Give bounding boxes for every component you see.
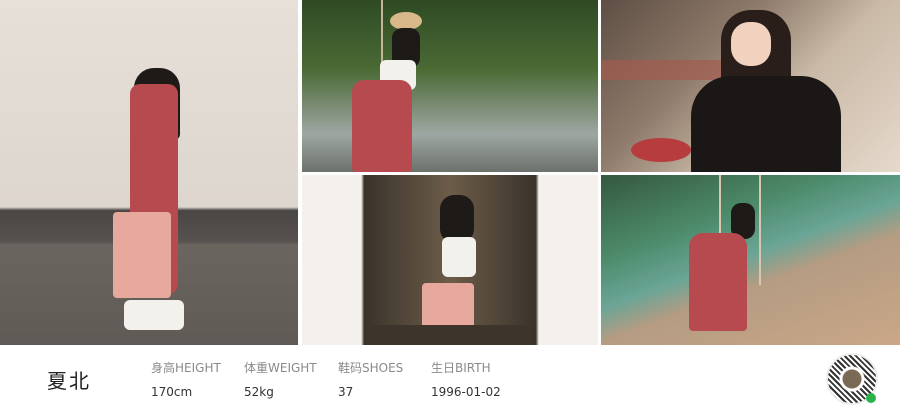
- wechat-badge-icon: [866, 393, 876, 403]
- stat-value: 1996-01-02: [431, 385, 501, 399]
- stat-value: 52kg: [244, 385, 274, 399]
- stat-label: 身高HEIGHT: [151, 361, 221, 375]
- white-top-shape-2: [442, 237, 476, 277]
- photo-grid: [0, 0, 900, 345]
- stat-value: 170cm: [151, 385, 193, 399]
- photo-corridor: [302, 175, 598, 345]
- stat-value: 37: [338, 385, 354, 399]
- hair-shape-4: [440, 195, 474, 243]
- stat-shoes: 鞋码SHOES 37: [338, 359, 403, 399]
- gingham-dress-shape-2: [352, 80, 412, 172]
- stat-label: 生日BIRTH: [431, 361, 491, 375]
- tables-shape: [601, 60, 721, 80]
- profile-info-bar: 夏北 身高HEIGHT 170cm 体重WEIGHT 52kg 鞋码SHOES …: [0, 345, 900, 413]
- stat-weight: 体重WEIGHT 52kg: [244, 359, 317, 399]
- black-top-shape: [691, 76, 841, 172]
- stat-label: 鞋码SHOES: [338, 361, 404, 375]
- plate-shape: [631, 138, 691, 162]
- photo-swing-river: [302, 0, 598, 172]
- white-sneakers-shape: [124, 300, 184, 330]
- stat-label: 体重WEIGHT: [244, 361, 317, 375]
- floor-shape: [366, 325, 534, 345]
- photo-swing-lake: [601, 175, 900, 345]
- stat-birth: 生日BIRTH 1996-01-02: [431, 359, 501, 399]
- swing-rope-right-shape: [759, 175, 761, 285]
- photo-restaurant: [601, 0, 900, 172]
- face-shape: [731, 22, 771, 66]
- gingham-dress-shape-3: [689, 233, 747, 331]
- pink-tote-bag-shape-2: [422, 283, 474, 331]
- pink-tote-bag-shape: [113, 212, 171, 298]
- photo-model-wall: [0, 0, 298, 345]
- model-name: 夏北: [47, 369, 91, 393]
- stat-height: 身高HEIGHT 170cm: [151, 359, 221, 399]
